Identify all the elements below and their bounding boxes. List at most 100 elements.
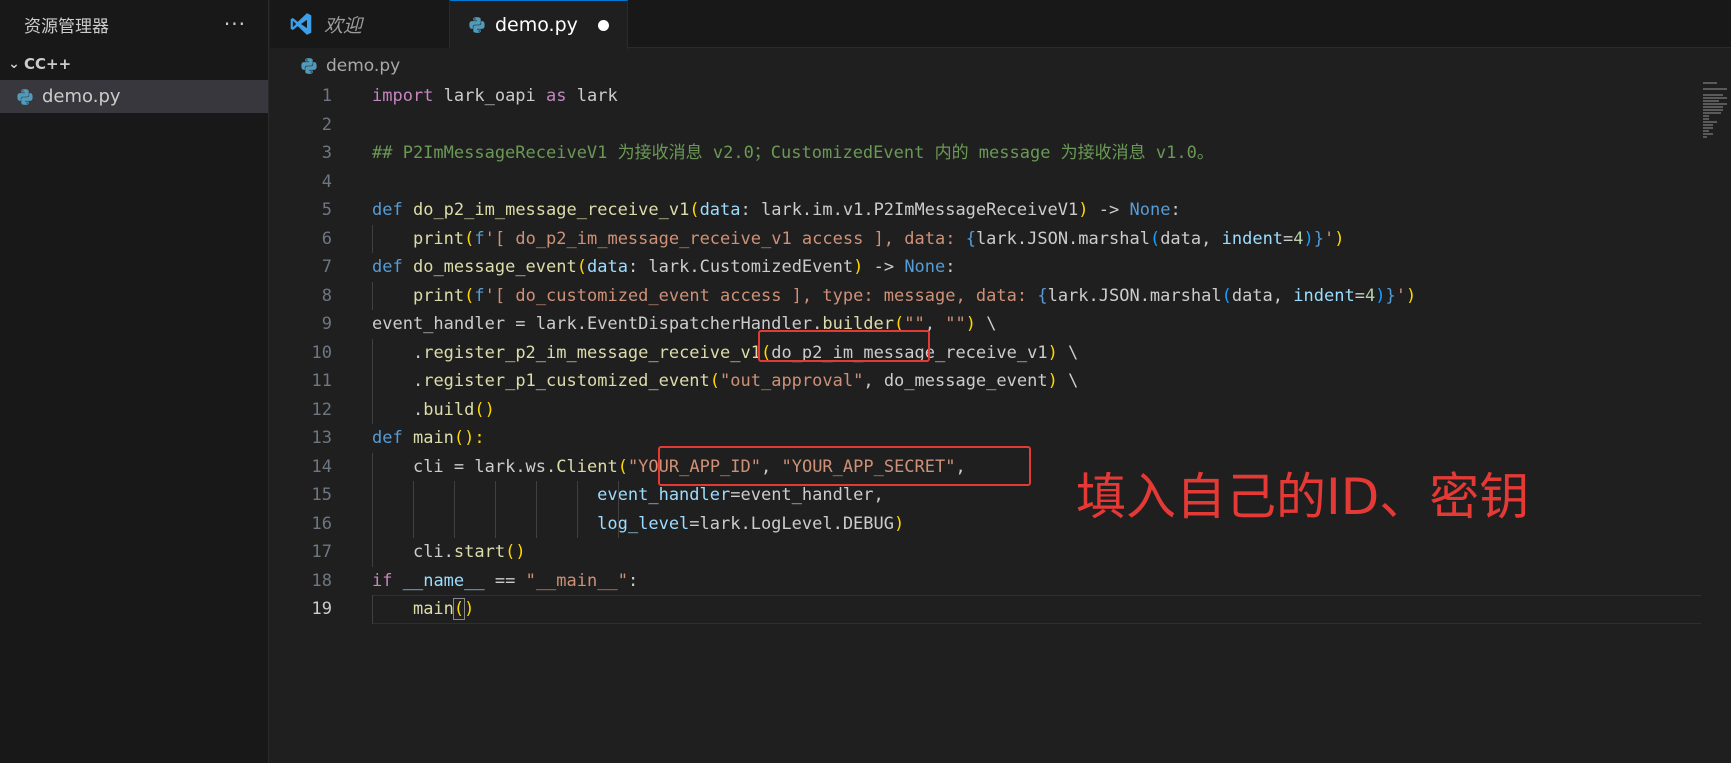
code-area[interactable]: import lark_oapi as lark ## P2ImMessageR… [372,82,1701,624]
token: register_p1_customized_event [423,371,710,391]
token: : [1170,200,1181,220]
token: . [412,399,424,420]
indent-guide [372,481,373,510]
line-number: 11 [311,371,332,391]
token: , [1272,285,1294,306]
token: build [423,399,475,420]
folder-cc[interactable]: ⌄ CC++ [0,48,268,80]
breadcrumb[interactable]: demo.py [270,50,400,82]
token: =lark.LogLevel.DEBUG [689,513,894,534]
more-actions-icon[interactable]: ··· [224,12,246,36]
line-number: 19 [311,599,332,619]
line-number: 5 [321,200,332,220]
token: = lark.ws. [443,456,557,477]
token: \ [1057,371,1079,391]
file-item-demo-py[interactable]: demo.py [0,80,268,113]
code-line: def do_p2_im_message_receive_v1(data: la… [372,196,1701,225]
folder-label: CC++ [24,55,72,73]
line-number: 10 [311,342,332,363]
indent-guide [372,224,373,253]
code-line: print(f'[ do_p2_im_message_receive_v1 ac… [372,224,1701,253]
token: lark.JSON.marshal [975,228,1150,249]
token: ( [617,456,628,477]
token: : [627,570,639,591]
token: ) [1047,342,1058,363]
indent-guide [372,538,373,567]
token: { [965,228,976,249]
token: __name__ [402,570,485,591]
annotation-note: 填入自己的ID、密钥 [1076,468,1530,526]
token: register_p2_im_message_receive_v1 [423,342,761,363]
token: { [1037,285,1048,306]
token: None [904,257,946,277]
line-number: 16 [311,513,332,534]
line-number-gutter: 1 2 3 4 5 6 7 8 9 10 11 12 13 14 15 16 1… [270,82,332,624]
annotation-box-event-type [758,330,930,362]
line-number: 18 [311,570,332,591]
token: None [1129,200,1171,220]
token: def [372,200,403,220]
token: ) [853,257,864,277]
indent-guide [372,367,373,396]
code-line: .register_p2_im_message_receive_v1(do_p2… [372,338,1701,367]
comment-token: ## P2ImMessageReceiveV1 为接收消息 v2.0；Custo… [372,143,1214,163]
code-line: .build() [372,395,1701,424]
token: ) [1334,228,1345,249]
code-line: print(f'[ do_customized_event access ], … [372,281,1701,310]
token: print [412,228,465,249]
token: do_message_event [412,257,577,277]
token: lark.JSON.marshal [1047,285,1222,306]
token: "out_approval" [720,371,864,391]
line-number: 6 [321,228,332,249]
line-number: 13 [311,428,332,448]
line-number: 3 [321,143,332,163]
token: ( [709,371,721,391]
indent-guide [454,481,455,510]
token: . [412,342,424,363]
indent-guide [495,481,496,510]
indent-guide [372,338,373,367]
file-label: demo.py [42,86,121,107]
token: lark [566,86,618,106]
token: ' [1395,285,1406,306]
minimap[interactable] [1703,82,1729,142]
line-number: 17 [311,542,332,562]
token: main [412,428,454,448]
token: ( [1221,285,1232,306]
code-editor[interactable]: 1 2 3 4 5 6 7 8 9 10 11 12 13 14 15 16 1… [270,82,1731,763]
unsaved-dot-icon[interactable] [598,19,609,31]
token: } [1313,228,1325,249]
tab-demo-py[interactable]: demo.py [450,0,628,49]
token: data [1231,285,1273,306]
token: ) [1078,200,1089,220]
token: ) [894,513,905,534]
token: ) [1047,371,1058,391]
token: ( [1149,228,1161,249]
token: def [372,257,403,277]
token: 4 [1364,285,1376,306]
vscode-logo-icon [288,11,314,37]
code-line: import lark_oapi as lark [372,82,1701,111]
code-line: if __name__ == "__main__": [372,567,1701,596]
token: event_handler [372,314,506,334]
token: Client [556,456,618,477]
token: 4 [1293,228,1304,249]
indent-guide [372,509,373,538]
tab-welcome[interactable]: 欢迎 [270,0,450,48]
token: ) [965,314,976,334]
token: : lark.im.v1.P2ImMessageReceiveV1 [740,200,1079,220]
indent-guide [372,595,373,624]
token: , [1201,228,1222,249]
python-file-icon [300,57,318,75]
token: f [474,228,485,249]
line-number: 9 [321,314,332,334]
code-line: def main(): [372,424,1701,453]
